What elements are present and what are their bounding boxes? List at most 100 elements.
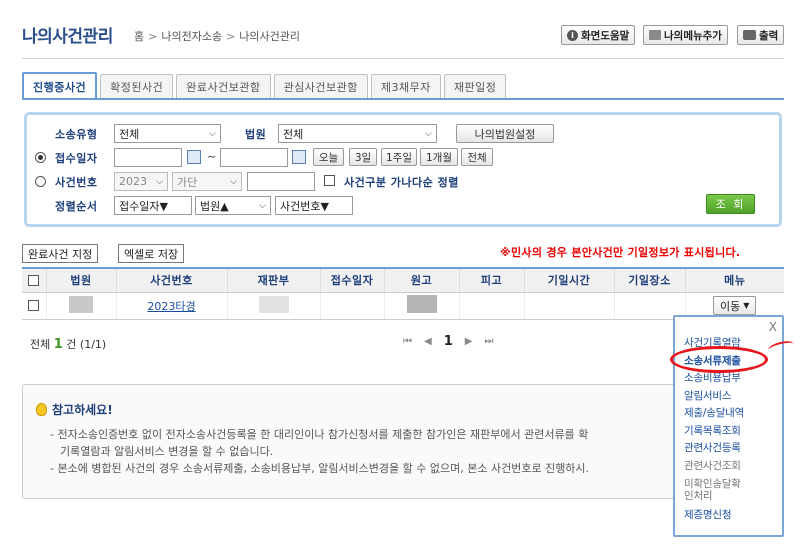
date-1month-button[interactable]: 1개월: [420, 148, 458, 166]
info-icon: i: [567, 29, 578, 41]
current-page[interactable]: 1: [444, 334, 453, 349]
filed-date-cell: [320, 292, 385, 320]
court-label: 법원: [245, 128, 267, 141]
tab-trial-schedule[interactable]: 재판일정: [443, 74, 507, 98]
redacted-block: [258, 295, 289, 313]
caret-down-icon: ▼: [743, 301, 750, 310]
calendar-icon[interactable]: [187, 150, 201, 164]
total-suffix: 건 (1/1): [66, 338, 107, 351]
prev-page-icon[interactable]: ◀: [424, 336, 432, 347]
date-label: 접수일자: [55, 152, 98, 165]
case-type-value: 전체: [119, 127, 140, 141]
case-type-select[interactable]: 전체 ⌵: [114, 124, 221, 143]
tab-in-progress[interactable]: 진행중사건: [22, 72, 98, 99]
date-1week-button[interactable]: 1주일: [381, 148, 417, 166]
notes-title-text: 참고하세요!: [52, 403, 113, 417]
export-excel-button[interactable]: 엑셀로 저장: [118, 244, 185, 263]
folder-plus-icon: [649, 30, 661, 40]
breadcrumb-home[interactable]: 홈: [134, 28, 144, 44]
case-number-cell: 2023타경: [116, 292, 228, 320]
print-button[interactable]: 출력: [737, 25, 785, 45]
breadcrumb-e-litigation[interactable]: 나의전자소송: [161, 28, 222, 44]
col-menu: 메뉴: [685, 267, 784, 293]
sort-by-type-label: 사건구분 가나다순 정렬: [344, 176, 459, 189]
header-checkbox-cell: [22, 267, 47, 293]
menu-item-record-list[interactable]: 기록목록조회: [684, 423, 780, 441]
date-all-button[interactable]: 전체: [461, 148, 493, 166]
note-line: - 전자소송인증번호 없이 전자소송사건등록을 한 대리인이나 참가신청서를 제…: [50, 428, 589, 441]
add-my-menu-button[interactable]: 나의메뉴추가: [643, 25, 728, 45]
pagination: ⏮ ◀ 1 ▶ ⏭: [403, 334, 493, 349]
menu-item-submission-history[interactable]: 제출/송달내역: [684, 405, 780, 423]
tab-completed-archive[interactable]: 완료사건보관함: [176, 74, 271, 98]
case-number-radio[interactable]: [35, 176, 46, 187]
menu-item-fee-payment[interactable]: 소송비용납부: [684, 370, 780, 388]
total-count: 전체 1 건 (1/1): [30, 336, 106, 352]
col-filed-date: 접수일자: [320, 267, 385, 293]
mark-completed-button[interactable]: 완료사건 지정: [22, 244, 99, 263]
case-serial-input[interactable]: [247, 172, 315, 191]
redacted-block: [69, 295, 93, 313]
menu-item-unconfirmed-delivery[interactable]: 미확인송달확: [684, 478, 780, 490]
tab-underline: [22, 98, 784, 100]
col-court: 법원: [46, 267, 117, 293]
court-value: 전체: [283, 127, 304, 141]
first-page-icon[interactable]: ⏮: [403, 336, 412, 347]
close-icon[interactable]: X: [769, 320, 777, 334]
court-select[interactable]: 전체 ⌵: [278, 124, 437, 143]
calendar-icon[interactable]: [292, 150, 306, 164]
hearing-time-cell: [524, 292, 615, 320]
help-button[interactable]: i 화면도움말: [561, 25, 636, 45]
date-today-button[interactable]: 오늘: [313, 148, 344, 166]
page-title: 나의사건관리: [22, 27, 113, 47]
sort-by-type-checkbox[interactable]: [324, 175, 335, 186]
sort-order-label: 정렬순서: [55, 200, 98, 213]
case-year-select[interactable]: 2023 ⌵: [114, 172, 168, 191]
note-line: - 본소에 병합된 사건의 경우 소송서류제출, 소송비용납부, 알림서비스변경…: [50, 462, 590, 475]
search-button[interactable]: 조 회: [706, 194, 755, 214]
sort2-select[interactable]: 법원▲ ⌵: [195, 196, 271, 215]
total-prefix: 전체: [30, 338, 51, 351]
lightbulb-icon: [36, 403, 47, 416]
breadcrumb-separator-icon: >: [148, 29, 158, 43]
menu-item-certificate[interactable]: 제증명신청: [684, 507, 780, 525]
last-page-icon[interactable]: ⏭: [484, 336, 493, 347]
select-all-checkbox[interactable]: [28, 274, 40, 286]
date-3days-button[interactable]: 3일: [349, 148, 377, 166]
breadcrumb-current: 나의사건관리: [239, 30, 301, 43]
notes-body: - 전자소송인증번호 없이 전자소송사건등록을 한 대리인이나 참가신청서를 제…: [50, 426, 680, 477]
menu-item-related-case-view[interactable]: 관련사건조회: [684, 458, 780, 476]
date-start-input[interactable]: [114, 148, 182, 167]
case-tabs: 진행중사건 확정된사건 완료사건보관함 관심사건보관함 제3채무자 재판일정: [22, 72, 507, 99]
case-number-link[interactable]: 2023타경: [147, 300, 195, 313]
case-table: 법원 사건번호 재판부 접수일자 원고 피고 기일시간 기일장소 메뉴 2023…: [22, 267, 784, 320]
date-end-input[interactable]: [220, 148, 288, 167]
col-division: 재판부: [227, 267, 321, 293]
tab-confirmed[interactable]: 확정된사건: [100, 74, 174, 98]
header-divider: [22, 58, 784, 59]
sort1-select[interactable]: 접수일자▼: [114, 196, 192, 215]
case-code-select[interactable]: 가단 ⌵: [172, 172, 242, 191]
sort2-value: 법원▲: [200, 199, 229, 213]
sort3-select[interactable]: 사건번호▼: [275, 196, 353, 215]
row-checkbox-cell: [22, 292, 47, 320]
case-code-value: 가단: [177, 175, 198, 189]
row-checkbox[interactable]: [28, 300, 40, 311]
menu-item-related-case-register[interactable]: 관련사건등록: [684, 440, 780, 458]
menu-item-alert-service[interactable]: 알림서비스: [684, 388, 780, 406]
date-radio[interactable]: [35, 152, 46, 163]
menu-item-unconfirmed-delivery-cont[interactable]: 인처리: [684, 490, 780, 503]
case-year-value: 2023: [119, 175, 147, 188]
col-plaintiff: 원고: [384, 267, 460, 293]
tab-interest-archive[interactable]: 관심사건보관함: [273, 74, 368, 98]
defendant-cell: [459, 292, 525, 320]
court-cell: [46, 292, 117, 320]
col-hearing-place: 기일장소: [614, 267, 686, 293]
total-number: 1: [53, 337, 63, 352]
col-hearing-time: 기일시간: [524, 267, 615, 293]
my-court-settings-button[interactable]: 나의법원설정: [456, 124, 554, 143]
tab-third-debtor[interactable]: 제3채무자: [370, 74, 441, 98]
next-page-icon[interactable]: ▶: [465, 336, 473, 347]
division-cell: [227, 292, 321, 320]
move-menu-button[interactable]: 이동 ▼: [713, 296, 757, 315]
